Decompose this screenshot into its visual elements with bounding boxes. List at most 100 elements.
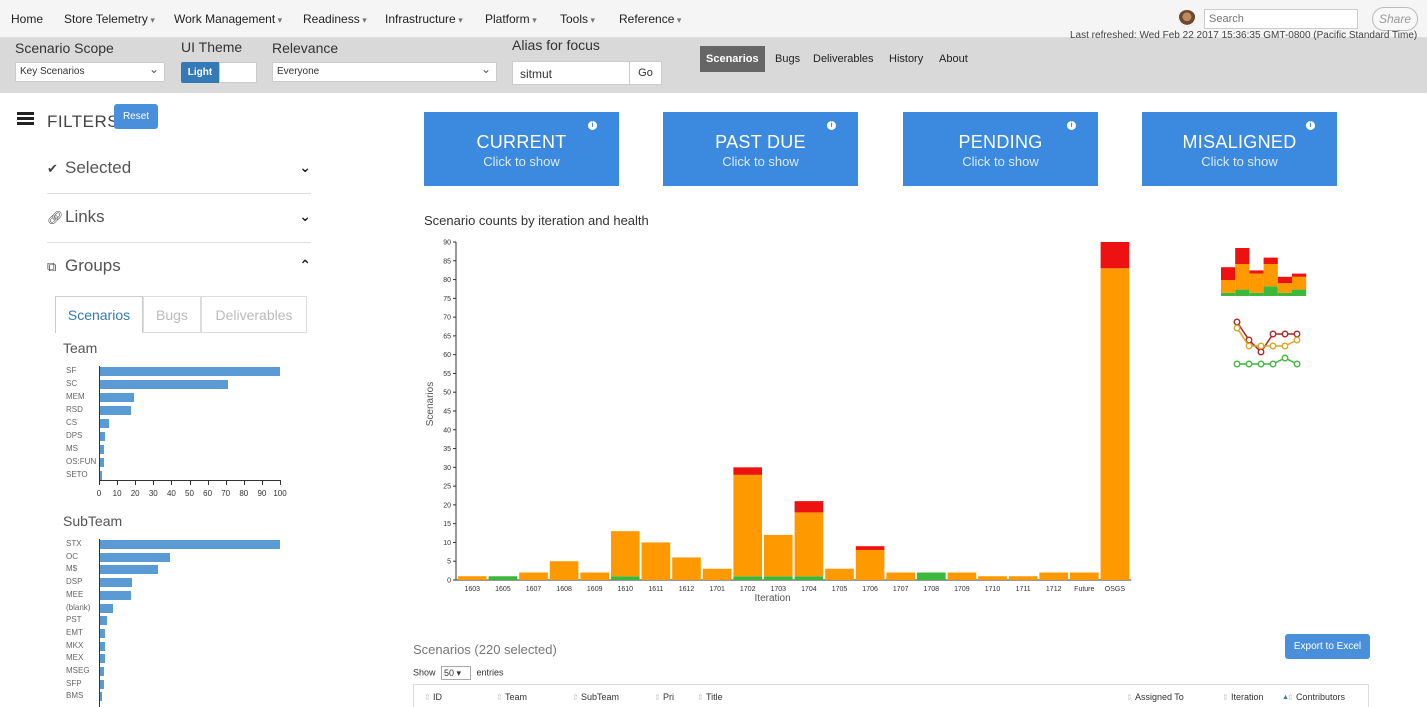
- subteam-bar[interactable]: [100, 616, 108, 626]
- group-tab-bugs[interactable]: Bugs: [143, 296, 201, 333]
- col-id[interactable]: ID: [424, 692, 442, 702]
- bar-segment[interactable]: [917, 572, 946, 580]
- bar-segment[interactable]: [794, 501, 824, 513]
- bar-segment[interactable]: [1008, 576, 1038, 580]
- share-button[interactable]: Share: [1372, 7, 1418, 31]
- bar-segment[interactable]: [733, 474, 762, 577]
- subteam-bar[interactable]: [100, 679, 104, 689]
- bar-segment[interactable]: [794, 512, 824, 577]
- subteam-bar[interactable]: [100, 540, 280, 549]
- group-tab-deliverables[interactable]: Deliverables: [201, 296, 307, 333]
- bar-segment[interactable]: [580, 572, 609, 580]
- col-assigned-to[interactable]: Assigned To: [1126, 692, 1184, 702]
- search-input[interactable]: [1204, 9, 1358, 29]
- team-bar[interactable]: [100, 458, 104, 467]
- filter-section-links[interactable]: 🔗︎Links ⌄: [47, 195, 311, 243]
- menu-icon[interactable]: [17, 112, 34, 125]
- bar-segment[interactable]: [855, 546, 885, 550]
- filter-section-groups[interactable]: ⧉ Groups ⌃: [47, 244, 311, 292]
- team-bar[interactable]: [100, 445, 104, 454]
- bar-segment[interactable]: [825, 568, 854, 580]
- nav-work-management[interactable]: Work Management: [174, 12, 282, 26]
- nav-home[interactable]: Home: [11, 12, 43, 26]
- nav-infrastructure[interactable]: Infrastructure: [385, 12, 463, 26]
- info-icon[interactable]: i: [827, 121, 836, 130]
- bar-segment[interactable]: [1100, 268, 1130, 580]
- bar-segment[interactable]: [488, 576, 518, 580]
- bar-segment[interactable]: [519, 572, 548, 580]
- bar-segment[interactable]: [672, 557, 701, 580]
- bar-segment[interactable]: [733, 576, 762, 580]
- nav-reference[interactable]: Reference: [619, 12, 681, 26]
- bar-segment[interactable]: [549, 561, 579, 580]
- subteam-bar[interactable]: [100, 628, 106, 638]
- card-pending[interactable]: PENDING Click to show i: [903, 112, 1098, 186]
- nav-readiness[interactable]: Readiness: [303, 12, 367, 26]
- bar-segment[interactable]: [1100, 242, 1130, 269]
- bar-segment[interactable]: [702, 568, 732, 580]
- trend-sparkline[interactable]: [1216, 228, 1316, 378]
- export-excel-button[interactable]: Export to Excel: [1285, 634, 1370, 659]
- bar-segment[interactable]: [733, 467, 762, 475]
- team-bar[interactable]: [100, 419, 109, 428]
- tab-deliverables[interactable]: Deliverables: [813, 53, 874, 65]
- relevance-select[interactable]: Everyone: [272, 62, 497, 82]
- page-size-select[interactable]: 50 ▾: [441, 666, 472, 680]
- subteam-bar[interactable]: [100, 565, 158, 575]
- nav-platform[interactable]: Platform: [485, 12, 537, 26]
- alias-go-button[interactable]: Go: [629, 61, 662, 85]
- bar-segment[interactable]: [947, 572, 977, 580]
- col-subteam[interactable]: SubTeam: [572, 692, 619, 702]
- subteam-bar[interactable]: [100, 552, 171, 562]
- bar-segment[interactable]: [764, 576, 793, 580]
- subteam-bar[interactable]: [100, 641, 106, 651]
- nav-tools[interactable]: Tools: [560, 12, 595, 26]
- bar-segment[interactable]: [978, 576, 1007, 580]
- info-icon[interactable]: i: [1306, 121, 1315, 130]
- bar-segment[interactable]: [611, 531, 640, 577]
- theme-light-toggle[interactable]: Light: [181, 62, 219, 83]
- bar-segment[interactable]: [1070, 572, 1099, 580]
- info-icon[interactable]: i: [588, 121, 597, 130]
- bar-segment[interactable]: [641, 542, 671, 580]
- team-bar[interactable]: [100, 406, 131, 415]
- bar-segment[interactable]: [886, 572, 915, 580]
- col-contributors[interactable]: Contributors: [1287, 692, 1345, 702]
- card-misaligned[interactable]: MISALIGNED Click to show i: [1142, 112, 1337, 186]
- tab-scenarios[interactable]: Scenarios: [700, 46, 765, 72]
- tab-bugs[interactable]: Bugs: [775, 53, 800, 65]
- info-icon[interactable]: i: [1067, 121, 1076, 130]
- tab-history[interactable]: History: [889, 53, 923, 65]
- col-title[interactable]: Title: [697, 692, 723, 702]
- col-pri[interactable]: Pri: [654, 692, 674, 702]
- reset-button[interactable]: Reset: [114, 104, 158, 129]
- subteam-bar[interactable]: [100, 590, 131, 600]
- subteam-bar[interactable]: [100, 578, 133, 588]
- nav-store-telemetry[interactable]: Store Telemetry: [64, 12, 155, 26]
- bar-segment[interactable]: [764, 534, 793, 577]
- team-bar[interactable]: [100, 432, 106, 441]
- alias-input[interactable]: sitmut: [512, 61, 630, 85]
- bar-segment[interactable]: [458, 576, 487, 580]
- col-team[interactable]: Team: [496, 692, 527, 702]
- team-bar[interactable]: [100, 393, 135, 402]
- group-tab-scenarios[interactable]: Scenarios: [55, 296, 143, 333]
- subteam-bar[interactable]: [100, 692, 102, 702]
- subteam-bar[interactable]: [100, 667, 104, 676]
- team-bar[interactable]: [100, 367, 280, 376]
- theme-dark-toggle[interactable]: [219, 62, 257, 83]
- card-past-due[interactable]: PAST DUE Click to show i: [663, 112, 858, 186]
- card-current[interactable]: CURRENT Click to show i: [424, 112, 619, 186]
- bar-segment[interactable]: [611, 576, 640, 580]
- filter-section-selected[interactable]: ✔ Selected ⌄: [47, 146, 311, 194]
- team-bar[interactable]: [100, 471, 102, 480]
- team-bar[interactable]: [100, 380, 228, 389]
- bar-segment[interactable]: [1039, 572, 1068, 580]
- bar-segment[interactable]: [855, 549, 885, 580]
- subteam-bar[interactable]: [100, 603, 113, 613]
- col-iteration[interactable]: Iteration: [1222, 692, 1264, 702]
- tab-about[interactable]: About: [939, 53, 968, 65]
- bar-segment[interactable]: [794, 576, 824, 580]
- scenario-scope-select[interactable]: Key Scenarios: [15, 62, 165, 82]
- subteam-bar[interactable]: [100, 654, 106, 664]
